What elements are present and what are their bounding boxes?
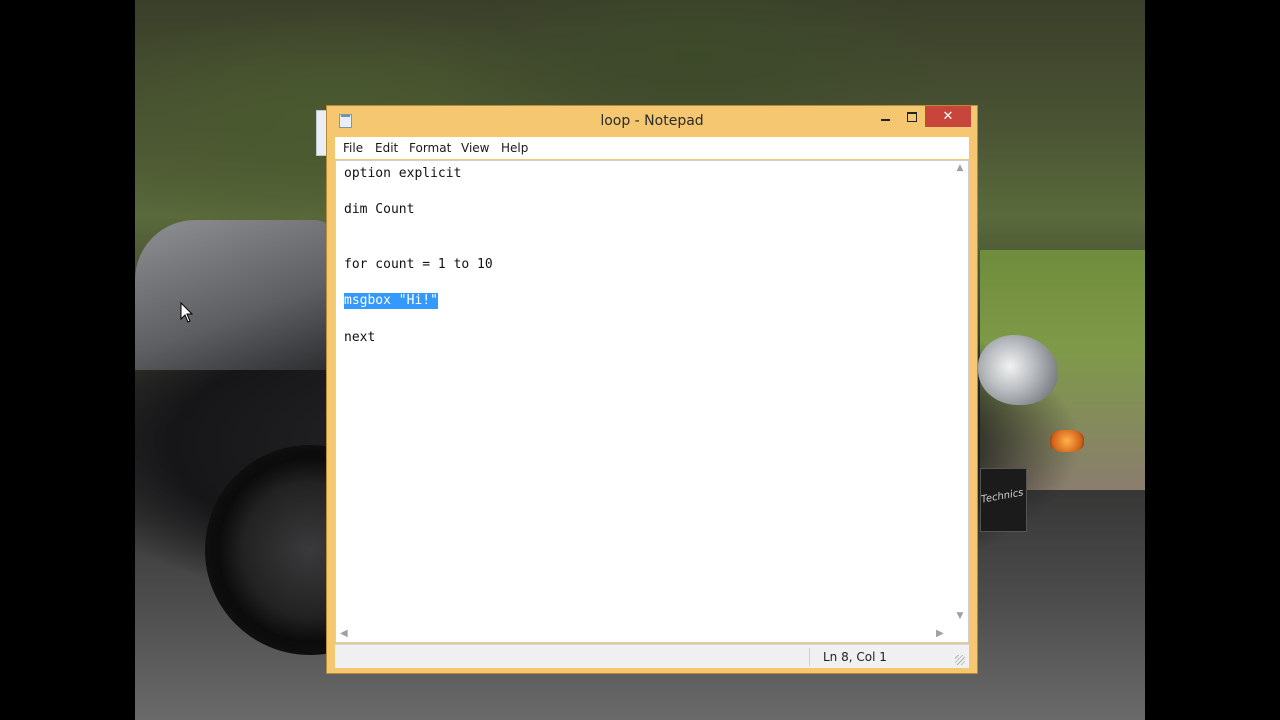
code-line[interactable]: next xyxy=(344,330,375,346)
menu-view[interactable]: View xyxy=(461,141,489,155)
menu-file[interactable]: File xyxy=(343,141,363,155)
wallpaper-car-signal-light xyxy=(1050,430,1084,452)
scroll-down-icon[interactable]: ▼ xyxy=(955,611,965,621)
resize-grip-icon[interactable] xyxy=(955,655,965,665)
horizontal-scrollbar[interactable]: ◀ ▶ xyxy=(336,627,952,642)
code-line[interactable]: dim Count xyxy=(344,202,414,218)
text-editor[interactable]: option explicit dim Count for count = 1 … xyxy=(335,160,969,643)
wallpaper-car-roof xyxy=(135,220,335,370)
scroll-right-icon[interactable]: ▶ xyxy=(936,628,944,639)
scroll-left-icon[interactable]: ◀ xyxy=(340,628,348,639)
status-bar: Ln 8, Col 1 xyxy=(335,644,969,668)
cursor-position: Ln 8, Col 1 xyxy=(823,650,887,664)
maximize-icon[interactable] xyxy=(899,106,925,127)
status-divider xyxy=(809,648,810,666)
menu-format[interactable]: Format xyxy=(409,141,451,155)
title-bar[interactable]: loop - Notepad ✕ xyxy=(327,106,977,136)
menu-help[interactable]: Help xyxy=(501,141,528,155)
code-line[interactable]: option explicit xyxy=(344,166,461,182)
scroll-up-icon[interactable]: ▲ xyxy=(955,163,965,173)
close-icon[interactable]: ✕ xyxy=(925,106,971,127)
selected-code-line[interactable]: msgbox "Hi!" xyxy=(344,293,438,309)
vertical-scrollbar[interactable]: ▲ ▼ xyxy=(952,161,968,627)
code-line[interactable]: for count = 1 to 10 xyxy=(344,257,493,273)
menu-bar: File Edit Format View Help xyxy=(335,137,969,159)
mouse-cursor-icon xyxy=(180,302,194,323)
wallpaper-car-plate: Technics xyxy=(980,468,1027,532)
menu-edit[interactable]: Edit xyxy=(375,141,398,155)
minimize-icon[interactable] xyxy=(873,106,899,127)
notepad-window: loop - Notepad ✕ File Edit Format View H… xyxy=(326,105,978,674)
plate-text: Technics xyxy=(980,487,1025,506)
